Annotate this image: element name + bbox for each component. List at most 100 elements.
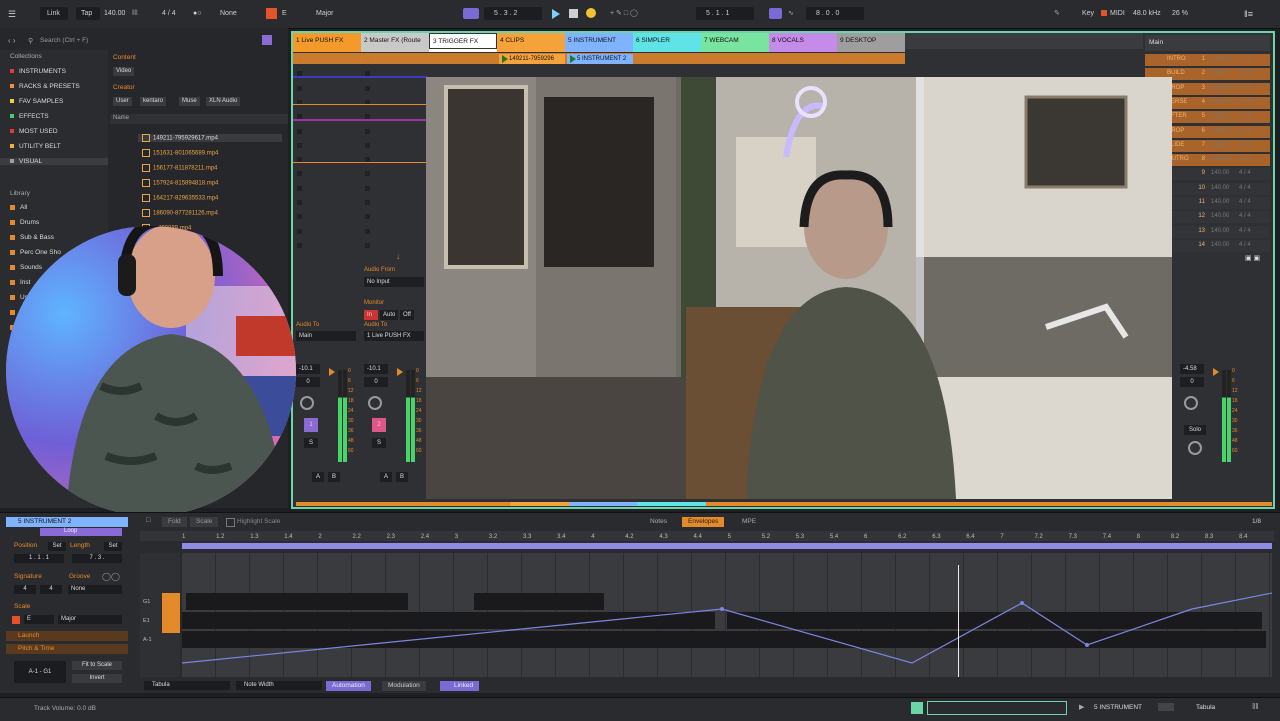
signature-denominator[interactable]: 4: [40, 585, 62, 594]
clip-stop-button[interactable]: [365, 185, 370, 191]
zoom-icon[interactable]: □: [146, 517, 150, 524]
midi-map-button[interactable]: MIDI: [1110, 8, 1125, 20]
creator-chip[interactable]: kentaro: [140, 97, 167, 106]
file-list-item[interactable]: 151631-801065689.mp4: [142, 149, 218, 157]
track-header[interactable]: 8 VOCALS: [769, 33, 837, 49]
menu-icon[interactable]: ☰: [8, 8, 16, 20]
clip-stop-button[interactable]: [365, 200, 370, 205]
key-root-select[interactable]: E: [282, 8, 287, 20]
pan-value[interactable]: 0: [1180, 377, 1204, 387]
playing-clip[interactable]: 149211-7959296: [499, 54, 565, 64]
invert-button[interactable]: Invert: [72, 674, 122, 683]
collection-item[interactable]: INSTRUMENTS: [10, 68, 66, 75]
track-header[interactable]: 3 TRIGGER FX: [429, 33, 497, 49]
monitor-off-button[interactable]: Off: [400, 310, 414, 320]
clip-stop-button[interactable]: [297, 242, 302, 248]
track-header[interactable]: 7 WEBCAM: [701, 33, 769, 49]
device-chooser[interactable]: Tabula: [144, 681, 230, 690]
solo-button[interactable]: S: [372, 438, 386, 448]
back-forward-icon[interactable]: ‹ ›: [8, 36, 16, 45]
collection-item[interactable]: EFFECTS: [10, 113, 49, 120]
solo-button[interactable]: S: [304, 438, 318, 448]
content-chip[interactable]: Video: [113, 67, 135, 76]
library-item[interactable]: All: [10, 204, 27, 211]
name-column-header[interactable]: Name: [110, 114, 288, 124]
clip-stop-button[interactable]: [365, 171, 370, 177]
record-icon[interactable]: [586, 8, 596, 18]
pan-value[interactable]: 0: [364, 377, 388, 387]
selected-device-name[interactable]: Tabula: [1196, 704, 1215, 711]
clip-stop-button[interactable]: [297, 200, 302, 205]
fader-handle-icon[interactable]: [1213, 368, 1219, 376]
playing-clip[interactable]: 5 INSTRUMENT 2: [567, 54, 633, 64]
browser-options-icon[interactable]: [262, 35, 272, 45]
loop-length[interactable]: 8 . 0 . 0: [816, 8, 839, 20]
fader-handle-icon[interactable]: [329, 368, 335, 376]
monitor-auto-button[interactable]: Auto: [380, 310, 398, 320]
clip-title-bar[interactable]: 5 INSTRUMENT 2: [6, 517, 128, 527]
stop-icon[interactable]: [569, 9, 578, 18]
overdub-icon[interactable]: + ✎ □ ◯: [610, 8, 638, 20]
track-activator-button[interactable]: 2: [372, 418, 386, 432]
monitor-in-button[interactable]: In: [364, 310, 378, 320]
collection-item[interactable]: VISUAL: [0, 158, 108, 165]
length-set-button[interactable]: Set: [104, 542, 122, 551]
selected-track-name[interactable]: 5 INSTRUMENT: [1094, 704, 1142, 711]
track-activator-button[interactable]: 1: [304, 418, 318, 432]
groove-select[interactable]: None: [68, 585, 122, 594]
envelope-curve[interactable]: [182, 553, 1272, 677]
song-position[interactable]: 5 . 3 . 2: [494, 8, 517, 20]
fold-button[interactable]: Fold: [162, 517, 187, 527]
tempo-field[interactable]: 140.00: [104, 8, 125, 20]
collection-item[interactable]: UTILITY BELT: [10, 143, 61, 150]
library-item[interactable]: Drums: [10, 219, 39, 226]
position-set-button[interactable]: Set: [48, 542, 66, 551]
key-map-button[interactable]: Key: [1082, 8, 1094, 20]
signature-numerator[interactable]: 4: [14, 585, 36, 594]
clip-stop-button[interactable]: [365, 214, 370, 220]
loop-toggle-icon[interactable]: [769, 8, 782, 19]
fader-handle-icon[interactable]: [397, 368, 403, 376]
modulation-button[interactable]: Modulation: [382, 681, 426, 691]
collection-item[interactable]: MOST USED: [10, 128, 58, 135]
clip-stop-button[interactable]: [365, 242, 370, 248]
scale-button[interactable]: Scale: [190, 517, 219, 527]
creator-filter-label[interactable]: Creator: [113, 84, 135, 91]
loop-start[interactable]: 5 . 1 . 1: [706, 8, 729, 20]
loop-toggle[interactable]: Loop: [40, 528, 122, 536]
collection-item[interactable]: FAV SAMPLES: [10, 98, 63, 105]
draw-mode-icon[interactable]: [463, 8, 479, 19]
scale-root-select[interactable]: E: [24, 615, 54, 624]
audio-to-push-select[interactable]: 1 Live PUSH FX: [364, 331, 424, 341]
scene-row[interactable]: INTRO 1 140.00 4 / 4: [1145, 54, 1270, 66]
launch-section[interactable]: Launch: [6, 631, 128, 641]
nudge-icon[interactable]: ‖‖: [132, 8, 138, 20]
audio-to-main-select[interactable]: Main: [296, 331, 356, 341]
clip-stop-button[interactable]: [297, 185, 302, 191]
cue-volume-knob[interactable]: [1188, 441, 1202, 455]
volume-value[interactable]: -10.1: [364, 364, 388, 374]
clip-stop-button[interactable]: [297, 142, 302, 148]
pencil-icon[interactable]: ✎: [1054, 8, 1060, 20]
arrangement-overview[interactable]: [927, 701, 1067, 715]
play-small-icon[interactable]: ▶: [1079, 703, 1084, 711]
main-track-header[interactable]: Main: [1145, 35, 1270, 51]
view-bars-icon[interactable]: ‖‖: [1252, 702, 1259, 711]
pan-knob[interactable]: [300, 396, 314, 410]
file-list-item[interactable]: 164217-829635533.mp4: [142, 194, 218, 202]
file-list-item[interactable]: 186090-877281126.mp4: [142, 209, 218, 217]
fit-to-scale-button[interactable]: Fit to Scale: [72, 661, 122, 670]
clip-stop-button[interactable]: [297, 228, 302, 234]
clip-stop-button[interactable]: [297, 214, 302, 220]
pan-knob[interactable]: [368, 396, 382, 410]
collection-item[interactable]: RACKS & PRESETS: [10, 83, 80, 90]
device-chain-icon[interactable]: [1158, 703, 1174, 711]
highlight-scale-checkbox[interactable]: [226, 518, 235, 527]
play-icon[interactable]: [552, 9, 560, 19]
clip-stop-button[interactable]: [365, 228, 370, 234]
clip-stop-button[interactable]: [297, 128, 302, 134]
track-header[interactable]: 6 SIMPLER: [633, 33, 701, 49]
tab-mpe[interactable]: MPE: [736, 517, 762, 527]
track-header[interactable]: 9 DESKTOP: [837, 33, 905, 49]
length-value[interactable]: 7 . 3 .: [72, 554, 122, 563]
